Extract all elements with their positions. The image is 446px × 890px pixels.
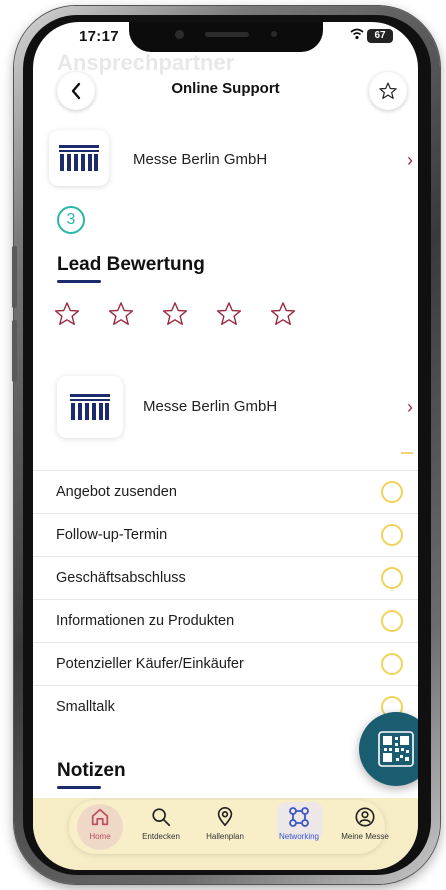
radio-button[interactable]: [381, 481, 403, 503]
checklist-item-label: Informationen zu Produkten: [56, 613, 235, 629]
lead-rating-stars: [53, 300, 297, 328]
user-icon: [355, 807, 375, 827]
checklist-item-smalltalk[interactable]: Smalltalk: [33, 685, 418, 728]
chevron-right-icon: ›: [407, 397, 413, 417]
tab-networking[interactable]: Networking: [267, 804, 331, 854]
tab-meine-messe[interactable]: Meine Messe: [333, 804, 397, 854]
tab-label-networking: Networking: [278, 832, 319, 841]
network-icon: [289, 807, 309, 827]
rating-star-5-icon[interactable]: [269, 300, 297, 328]
tab-home[interactable]: Home: [68, 804, 132, 854]
exhibitor-logo: [49, 130, 109, 186]
checklist-item-label: Geschäftsabschluss: [56, 570, 186, 586]
radio-button[interactable]: [381, 524, 403, 546]
rating-star-2-icon[interactable]: [107, 300, 135, 328]
chevron-right-icon: ›: [407, 150, 413, 170]
tab-label-entdecken: Entdecken: [142, 832, 180, 841]
exhibitor-row-second[interactable]: Messe Berlin GmbH ›: [33, 376, 418, 440]
rating-star-1-icon[interactable]: [53, 300, 81, 328]
camera-icon: [175, 30, 184, 39]
nav-header: Online Support: [33, 66, 418, 116]
radio-button[interactable]: [381, 653, 403, 675]
checklist-item-follow-up[interactable]: Follow-up-Termin: [33, 513, 418, 556]
checklist-item-angebot[interactable]: Angebot zusenden: [33, 470, 418, 513]
page-title: Online Support: [171, 80, 280, 97]
tab-bar: Home Entdecken Hallenplan Networking Mei…: [33, 798, 418, 870]
exhibitor-name: Messe Berlin GmbH: [133, 151, 268, 168]
radio-button[interactable]: [381, 567, 403, 589]
step-number-badge: 3: [57, 206, 85, 234]
speaker-icon: [205, 32, 249, 37]
checklist-item-label: Angebot zusenden: [56, 484, 177, 500]
lead-rating-title: Lead Bewertung: [57, 254, 205, 275]
status-bar: 17:17 67: [33, 22, 418, 66]
tab-entdecken[interactable]: Entdecken: [129, 804, 193, 854]
volume-up-button: [12, 246, 17, 308]
checklist-item-label: Potenzieller Käufer/Einkäufer: [56, 656, 244, 672]
checklist-item-kaeufer[interactable]: Potenzieller Käufer/Einkäufer: [33, 642, 418, 685]
messe-berlin-logo-icon: [59, 145, 99, 171]
tab-label-hallenplan: Hallenplan: [206, 832, 244, 841]
search-icon: [152, 808, 171, 827]
checklist-item-label: Follow-up-Termin: [56, 527, 168, 543]
messe-berlin-logo-icon: [70, 394, 110, 420]
lead-checklist: Angebot zusenden Follow-up-Termin Geschä…: [33, 470, 418, 728]
sensor-icon: [271, 31, 277, 37]
notes-title: Notizen: [57, 760, 126, 781]
checklist-item-geschaeftsabschluss[interactable]: Geschäftsabschluss: [33, 556, 418, 599]
qr-scan-button[interactable]: [359, 712, 418, 786]
rating-star-3-icon[interactable]: [161, 300, 189, 328]
qr-code-icon: [378, 731, 414, 767]
exhibitor-name-second: Messe Berlin GmbH: [143, 398, 278, 415]
favorite-button[interactable]: [369, 72, 407, 110]
notes-underline: [57, 786, 101, 789]
exhibitor-logo-second: [57, 376, 123, 438]
radio-button[interactable]: [381, 610, 403, 632]
tab-hallenplan[interactable]: Hallenplan: [193, 804, 257, 854]
tab-label-home: Home: [89, 832, 111, 841]
exhibitor-row-top[interactable]: Messe Berlin GmbH ›: [33, 130, 418, 194]
checklist-item-label: Smalltalk: [56, 699, 115, 715]
battery-icon: 67: [367, 29, 393, 43]
volume-down-button: [12, 320, 17, 382]
divider-accent: [401, 452, 413, 454]
status-time: 17:17: [79, 28, 119, 45]
tab-label-meine-messe: Meine Messe: [341, 832, 389, 841]
lead-rating-underline: [57, 280, 101, 283]
location-pin-icon: [217, 807, 233, 827]
notch: [129, 22, 323, 52]
wifi-icon: [350, 28, 364, 40]
checklist-item-informationen[interactable]: Informationen zu Produkten: [33, 599, 418, 642]
app-screen: Ansprechpartner 17:17 67 Online Support: [33, 22, 418, 870]
home-icon: [91, 808, 109, 826]
star-icon: [379, 82, 397, 99]
rating-star-4-icon[interactable]: [215, 300, 243, 328]
